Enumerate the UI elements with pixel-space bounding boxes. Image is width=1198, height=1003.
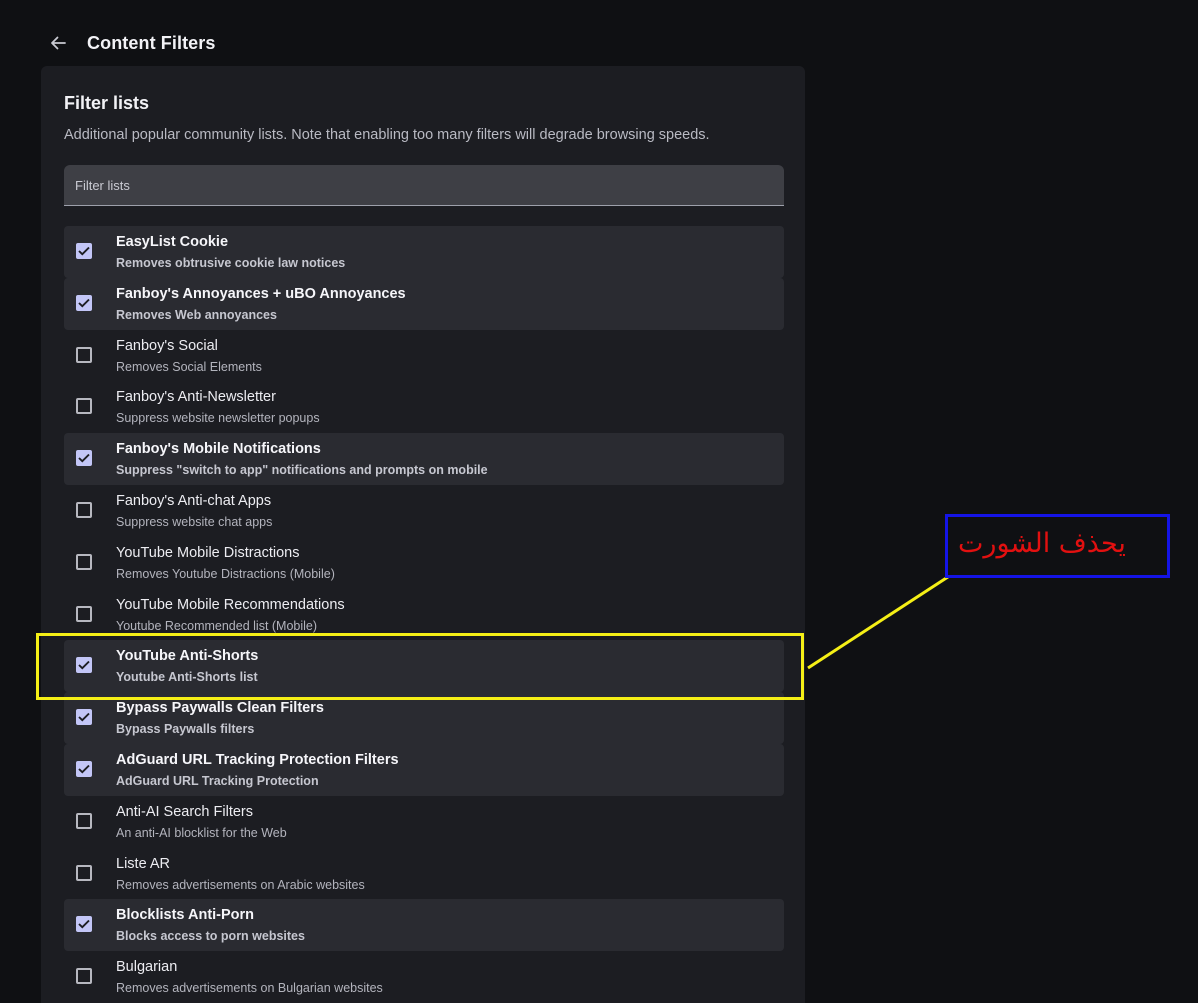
filter-list-item[interactable]: AdGuard URL Tracking Protection Filters A…	[64, 743, 784, 796]
checkbox-checked[interactable]	[76, 657, 92, 674]
filter-title: Fanboy's Annoyances + uBO Annoyances	[116, 285, 406, 302]
arrow-left-icon	[51, 36, 66, 50]
filter-list-item[interactable]: Liste AR Removes advertisements on Arabic…	[64, 848, 784, 900]
filter-title: AdGuard URL Tracking Protection Filters	[116, 751, 399, 768]
check-icon	[78, 298, 90, 308]
filter-lists-panel: Filter lists Additional popular communit…	[41, 66, 805, 1003]
checkbox-checked[interactable]	[76, 294, 92, 311]
filter-list-item[interactable]: Fanboy's Social Removes Social Elements	[64, 330, 784, 382]
filter-description: An anti-AI blocklist for the Web	[116, 825, 287, 840]
annotation-box: يحذف الشورت	[945, 514, 1170, 578]
filter-title: YouTube Mobile Distractions	[116, 544, 300, 561]
filter-list-item[interactable]: Bypass Paywalls Clean Filters Bypass Payw…	[64, 692, 784, 744]
checkbox-unchecked[interactable]	[76, 864, 92, 881]
check-icon	[78, 661, 90, 670]
filter-description: Suppress website newsletter popups	[116, 411, 320, 426]
filter-list-item[interactable]: Fanboy's Anti-Newsletter Suppress website…	[64, 381, 784, 433]
filter-description: Removes obtrusive cookie law notices	[116, 256, 346, 270]
filter-title: Blocklists Anti-Porn	[116, 907, 255, 924]
filter-list-item[interactable]: Anti-AI Search Filters An anti-AI blockli…	[64, 796, 784, 848]
section-description: Additional popular community lists. Note…	[64, 127, 710, 143]
filter-list-item[interactable]: Bulgarian Removes advertisements on Bulga…	[64, 951, 784, 1003]
filter-list-item[interactable]: Fanboy's Anti-chat Apps Suppress website …	[64, 485, 784, 537]
filter-description: Bypass Paywalls filters	[116, 722, 255, 737]
check-icon	[78, 920, 90, 929]
filter-list-item[interactable]: YouTube Mobile Distractions Removes Youtu…	[64, 537, 784, 589]
filter-description: Suppress website chat apps	[116, 514, 273, 529]
check-icon	[78, 713, 90, 722]
checkbox-unchecked[interactable]	[76, 605, 92, 622]
filter-title: Bypass Paywalls Clean Filters	[116, 700, 324, 717]
filter-description: Youtube Recommended list (Mobile)	[116, 618, 318, 633]
checkbox-checked[interactable]	[76, 916, 92, 933]
checkbox-unchecked[interactable]	[76, 501, 92, 518]
filter-list-item[interactable]: Fanboy's Annoyances + uBO Annoyances Remo…	[64, 277, 784, 330]
filter-description: Removes Web annoyances	[116, 307, 277, 322]
checkbox-checked[interactable]	[76, 760, 92, 777]
filter-list-item[interactable]: EasyList Cookie Removes obtrusive cookie …	[64, 226, 784, 278]
checkbox-unchecked[interactable]	[76, 968, 92, 985]
checkbox-checked[interactable]	[76, 709, 92, 726]
annotation-text: يحذف الشورت	[958, 528, 1126, 559]
checkbox-checked[interactable]	[76, 450, 92, 467]
filter-list-item[interactable]: YouTube Mobile Recommendations Youtube Re…	[64, 589, 784, 641]
filter-title: Fanboy's Anti-chat Apps	[116, 492, 272, 509]
section-title: Filter lists	[64, 93, 150, 113]
filter-title: Liste AR	[116, 855, 170, 872]
page-title: Content Filters	[87, 32, 216, 53]
filter-description: Blocks access to porn websites	[116, 929, 305, 944]
filter-title: Fanboy's Anti-Newsletter	[116, 389, 276, 406]
filter-list-item[interactable]: Blocklists Anti-Porn Blocks access to por…	[64, 899, 784, 952]
filter-title: Fanboy's Social	[116, 337, 218, 354]
filter-description: AdGuard URL Tracking Protection	[116, 773, 319, 788]
filter-title: Fanboy's Mobile Notifications	[116, 441, 321, 458]
checkbox-unchecked[interactable]	[76, 812, 92, 829]
check-icon	[78, 764, 90, 774]
checkbox-checked[interactable]	[76, 243, 92, 259]
filter-title: Anti-AI Search Filters	[116, 803, 253, 820]
filter-list-item[interactable]: YouTube Anti-Shorts Youtube Anti-Shorts l…	[64, 640, 784, 693]
checkbox-unchecked[interactable]	[76, 346, 92, 363]
check-icon	[78, 454, 90, 463]
filter-description: Removes Social Elements	[116, 359, 262, 374]
checkbox-unchecked[interactable]	[76, 398, 92, 415]
filter-description: Removes advertisements on Arabic website…	[116, 877, 365, 892]
content-filters-page: Content Filters Filter lists Additional …	[0, 0, 1198, 1003]
filter-title: YouTube Mobile Recommendations	[116, 596, 345, 613]
filter-list-item[interactable]: Fanboy's Mobile Notifications Suppress "s…	[64, 433, 784, 485]
filter-title: YouTube Anti-Shorts	[116, 648, 259, 665]
filter-description: Removes Youtube Distractions (Mobile)	[116, 566, 335, 581]
filter-title: EasyList Cookie	[116, 234, 229, 250]
filter-description: Removes advertisements on Bulgarian webs…	[116, 981, 383, 996]
filter-list: EasyList Cookie Removes obtrusive cookie …	[64, 226, 784, 1003]
check-icon	[78, 246, 90, 256]
filter-search-box	[64, 165, 784, 206]
filter-search-input[interactable]	[64, 165, 784, 205]
page-header: Content Filters	[46, 28, 216, 58]
checkbox-unchecked[interactable]	[76, 553, 92, 570]
filter-description: Suppress "switch to app" notifications a…	[116, 463, 488, 478]
filter-title: Bulgarian	[116, 959, 178, 976]
back-button[interactable]	[46, 31, 70, 55]
filter-description: Youtube Anti-Shorts list	[116, 670, 258, 685]
